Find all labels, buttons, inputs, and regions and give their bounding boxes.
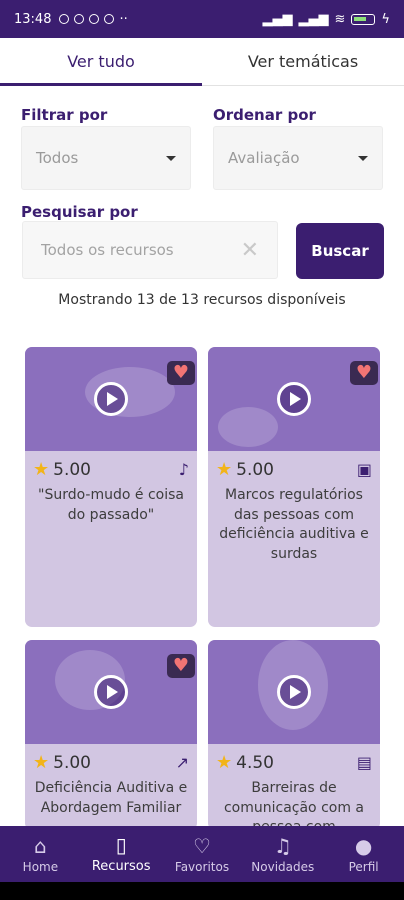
thumbnail-shape: [218, 407, 278, 447]
dropdown-arrow-icon: [166, 155, 176, 161]
whatsapp-icon: [74, 14, 85, 24]
card-rating: 5.00: [53, 752, 91, 773]
notification-icons: ··: [59, 11, 128, 27]
heart-icon[interactable]: ♥: [350, 361, 378, 385]
tab-ver-tematicas[interactable]: Ver temáticas: [202, 38, 404, 85]
system-icons: ▂▄▆ ▂▄▆ ≋ ϟ: [263, 12, 390, 27]
nav-novidades[interactable]: ♫ Novidades: [242, 826, 323, 882]
wifi-icon: ≋: [334, 11, 346, 27]
bell-icon: ♫: [273, 833, 292, 858]
charging-icon: ϟ: [381, 11, 390, 27]
nav-perfil[interactable]: ● Perfil: [323, 826, 404, 882]
search-button[interactable]: Buscar: [296, 223, 384, 279]
card-thumbnail: ♥: [25, 640, 197, 744]
heart-icon[interactable]: ♥: [167, 654, 195, 678]
nav-label: Novidades: [251, 859, 315, 874]
resource-card[interactable]: ★ 4.50 ▤ Barreiras de comunicação com a …: [208, 640, 380, 830]
music-icon: ♪: [178, 460, 189, 479]
card-thumbnail: ♥: [25, 347, 197, 451]
card-meta: ★ 4.50 ▤: [208, 744, 380, 773]
star-icon: ★: [216, 752, 233, 773]
home-icon: ⌂: [34, 833, 47, 858]
person-icon: ●: [354, 833, 373, 858]
results-count: Mostrando 13 de 13 recursos disponíveis: [58, 292, 346, 308]
search-field: ✕: [22, 221, 278, 279]
star-icon: ★: [33, 459, 50, 480]
resource-card[interactable]: ♥ ★ 5.00 ↗ Deficiência Auditiva e Aborda…: [25, 640, 197, 830]
sort-value: Avaliação: [228, 149, 300, 167]
nav-home[interactable]: ⌂ Home: [0, 826, 81, 882]
filter-select[interactable]: Todos: [21, 126, 191, 190]
card-rating: 4.50: [236, 752, 274, 773]
sort-select[interactable]: Avaliação: [213, 126, 383, 190]
nav-favoritos[interactable]: ♡ Favoritos: [162, 826, 243, 882]
card-title: "Surdo-mudo é coisa do passado": [38, 487, 184, 523]
play-icon[interactable]: [94, 382, 128, 416]
tablet-icon: ▯: [115, 833, 127, 857]
card-rating: 5.00: [236, 459, 274, 480]
nav-label: Favoritos: [174, 859, 230, 874]
bottom-nav: ⌂ Home ▯ Recursos ♡ Favoritos ♫ Novidade…: [0, 826, 404, 882]
nav-label: Recursos: [91, 859, 151, 874]
settings-icon: [104, 14, 115, 24]
card-title: Barreiras de comunicação com a pessoa co…: [223, 780, 365, 830]
play-icon[interactable]: [277, 382, 311, 416]
gesture-bar: [0, 882, 404, 900]
nav-label: Home: [22, 859, 59, 874]
search-input[interactable]: [41, 241, 241, 259]
card-thumbnail: [208, 640, 380, 744]
resource-card[interactable]: ♥ ★ 5.00 ♪ "Surdo-mudo é coisa do passad…: [25, 347, 197, 627]
card-title: Marcos regulatórios das pessoas com defi…: [219, 487, 369, 562]
signal-icon: ▂▄▆: [262, 11, 293, 27]
status-time: 13:48: [14, 11, 52, 27]
battery-icon: [351, 13, 376, 25]
tab-bar: Ver tudo Ver temáticas: [0, 38, 404, 86]
trending-icon: ↗: [175, 753, 189, 772]
filter-label: Filtrar por: [21, 106, 108, 124]
card-meta: ★ 5.00 ▣: [208, 451, 380, 480]
app-icon: [89, 14, 100, 24]
alarm-icon: [59, 14, 70, 24]
card-meta: ★ 5.00 ♪: [25, 451, 197, 480]
play-icon[interactable]: [277, 675, 311, 709]
signal-2-icon: ▂▄▆: [298, 11, 329, 27]
card-rating: 5.00: [53, 459, 91, 480]
card-title: Deficiência Auditiva e Abordagem Familia…: [34, 780, 188, 816]
star-icon: ★: [216, 459, 233, 480]
dropdown-arrow-icon: [358, 155, 368, 161]
tab-label: Ver tudo: [67, 52, 135, 71]
star-icon: ★: [33, 752, 50, 773]
card-thumbnail: ♥: [208, 347, 380, 451]
nav-recursos[interactable]: ▯ Recursos: [81, 826, 162, 882]
status-bar: 13:48 ·· ▂▄▆ ▂▄▆ ≋ ϟ: [0, 0, 404, 38]
filter-value: Todos: [36, 149, 79, 167]
heart-icon: ♡: [193, 833, 211, 858]
sort-label: Ordenar por: [213, 106, 316, 124]
gallery-icon: ▣: [356, 460, 372, 479]
more-icon: ··: [119, 11, 128, 27]
tab-ver-tudo[interactable]: Ver tudo: [0, 38, 202, 86]
heart-icon[interactable]: ♥: [167, 361, 195, 385]
tab-label: Ver temáticas: [247, 52, 359, 71]
resource-card[interactable]: ♥ ★ 5.00 ▣ Marcos regulatórios das pesso…: [208, 347, 380, 627]
search-label: Pesquisar por: [21, 203, 138, 221]
card-meta: ★ 5.00 ↗: [25, 744, 197, 773]
nav-label: Perfil: [348, 859, 379, 874]
book-icon: ▤: [356, 753, 372, 772]
clear-icon[interactable]: ✕: [241, 238, 259, 263]
play-icon[interactable]: [94, 675, 128, 709]
